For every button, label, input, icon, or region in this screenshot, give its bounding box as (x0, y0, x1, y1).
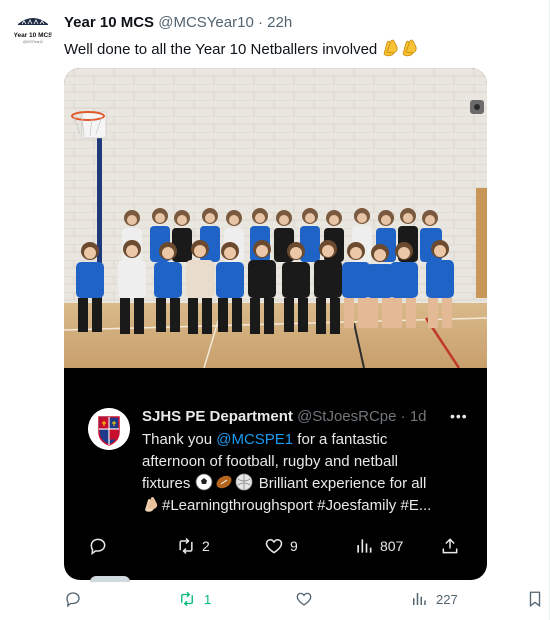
quoted-views-button[interactable]: 807 (354, 536, 403, 556)
views-icon (413, 593, 426, 605)
clapping-hands-emoji-icon (381, 37, 421, 61)
quoted-post[interactable]: SJHS PE Department @StJoesRCpe · 1d ••• … (64, 368, 487, 580)
author-handle[interactable]: @MCSYear10 (158, 14, 254, 31)
retweet-icon (181, 591, 193, 607)
netball-emoji-icon (235, 473, 253, 491)
quoted-like-button[interactable]: 9 (264, 536, 298, 556)
next-item-peek (90, 576, 130, 582)
svg-text:@MCSYear10: @MCSYear10 (23, 40, 44, 44)
quoted-author-handle[interactable]: @StJoesRCpe (297, 408, 396, 425)
author-name[interactable]: Year 10 MCS (64, 14, 154, 31)
quoted-text-segment: Brilliant experience for all (254, 475, 427, 492)
like-button[interactable] (295, 590, 313, 608)
media-card[interactable]: SJHS PE Department @StJoesRCpe · 1d ••• … (64, 68, 487, 580)
quoted-text-line: fixtures Brilliant experience for all (142, 473, 472, 495)
quoted-retweet-count: 2 (202, 538, 210, 554)
bookmark-icon (529, 591, 541, 608)
mention-link[interactable]: @MCSPE1 (216, 431, 293, 448)
views-icon (357, 539, 372, 553)
quoted-author-avatar[interactable] (88, 408, 130, 450)
views-button[interactable]: 227 (410, 590, 458, 608)
quoted-text-line: afternoon of football, rugby and netball (142, 453, 399, 470)
share-icon (442, 538, 458, 554)
reply-icon (90, 538, 106, 556)
quoted-reply-button[interactable] (88, 536, 108, 556)
more-options-icon[interactable]: ••• (450, 408, 468, 424)
quoted-like-count: 9 (290, 538, 298, 554)
quoted-action-bar: 2 9 807 (64, 536, 487, 560)
svg-text:Year 10 MCS: Year 10 MCS (14, 32, 52, 39)
quoted-text: Thank you @MCSPE1 for a fantastic aftern… (142, 429, 472, 517)
soccer-ball-emoji-icon (195, 473, 213, 491)
school-crest-icon (88, 408, 130, 450)
tweet-action-bar: 1 227 (0, 590, 550, 616)
retweet-count: 1 (204, 591, 212, 607)
heart-icon (265, 538, 283, 554)
retweet-icon (179, 537, 193, 555)
bookmark-button[interactable] (526, 590, 544, 608)
quoted-retweet-button[interactable]: 2 (176, 536, 210, 556)
quoted-text-line: Thank you @MCSPE1 for a fantastic (142, 429, 472, 451)
quoted-timestamp[interactable]: 1d (410, 408, 427, 425)
quoted-view-count: 807 (380, 538, 404, 554)
quoted-text-segment: fixtures (142, 475, 191, 492)
hashtag-text[interactable]: #Learningthroughsport #Joesfamily #E... (162, 497, 431, 514)
heart-icon (296, 592, 312, 606)
retweet-button[interactable]: 1 (178, 590, 211, 608)
quoted-header-separator: · (400, 408, 406, 425)
tweet-text-body: Well done to all the Year 10 Netballers … (64, 41, 378, 58)
clapping-hands-emoji-icon (142, 495, 160, 513)
reply-icon (66, 592, 80, 608)
view-count: 227 (436, 591, 458, 607)
tweet-header: Year 10 MCS @MCSYear10 · 22h (64, 14, 292, 31)
quoted-text-segment: Thank you (142, 431, 217, 448)
quoted-text-segment: for a fantastic (293, 431, 388, 448)
tweet-text: Well done to all the Year 10 Netballers … (64, 37, 421, 61)
rugby-ball-emoji-icon (215, 473, 233, 491)
quoted-text-line: #Learningthroughsport #Joesfamily #E... (142, 495, 472, 517)
quoted-share-button[interactable] (440, 536, 460, 556)
quoted-header: SJHS PE Department @StJoesRCpe · 1d (142, 408, 427, 425)
author-avatar[interactable]: Year 10 MCS @MCSYear10 (14, 12, 52, 50)
tweet-timestamp[interactable]: 22h (267, 14, 292, 31)
header-separator: · (257, 14, 263, 31)
quoted-author-name[interactable]: SJHS PE Department (142, 408, 293, 425)
year10-logo-icon: Year 10 MCS @MCSYear10 (14, 12, 52, 50)
reply-button[interactable] (64, 590, 82, 608)
netball-team-photo[interactable] (64, 68, 487, 368)
